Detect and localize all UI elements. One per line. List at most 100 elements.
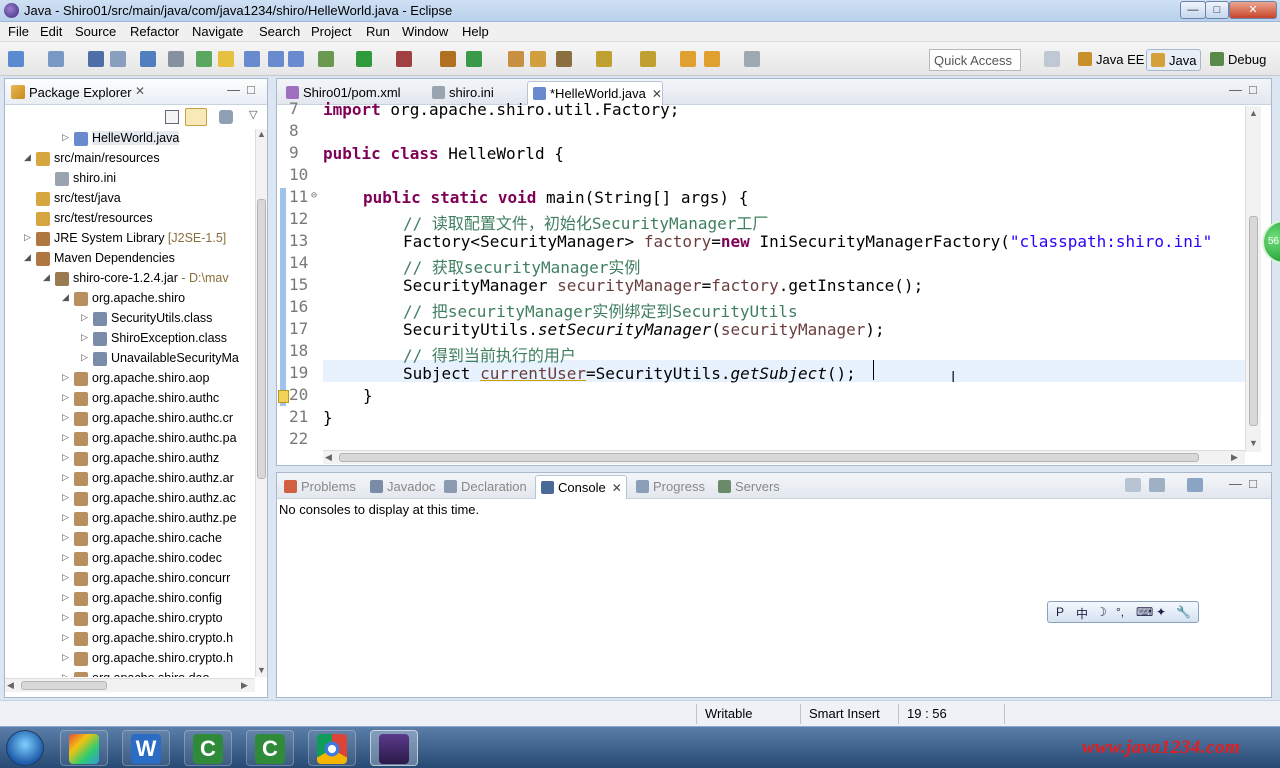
- collapsed-arrow-icon[interactable]: ▷: [62, 132, 72, 143]
- run-external-icon[interactable]: [396, 51, 412, 67]
- open-console-icon[interactable]: [1125, 478, 1141, 492]
- maximize-console-icon[interactable]: □: [1249, 476, 1257, 491]
- fold-icon[interactable]: ⊖: [311, 190, 317, 201]
- eclipse-javaee-icon[interactable]: [370, 730, 418, 766]
- tree-item[interactable]: ◢ Maven Dependencies: [5, 249, 255, 269]
- menu-window[interactable]: Window: [402, 24, 448, 39]
- tree-item[interactable]: ▷ HelleWorld.java: [5, 129, 255, 149]
- tree-item[interactable]: shiro.ini: [5, 169, 255, 189]
- maximize-editor-icon[interactable]: □: [1249, 82, 1257, 97]
- minimize-view-icon[interactable]: —: [227, 82, 240, 97]
- annotation-next-icon[interactable]: [596, 51, 612, 67]
- collapsed-arrow-icon[interactable]: ▷: [62, 372, 72, 383]
- console-tab-servers[interactable]: Servers: [713, 475, 787, 499]
- ime-toolbar[interactable]: P 中 ☽ °, ⌨ ✦ 🔧: [1047, 601, 1199, 623]
- warning-icon[interactable]: [278, 390, 289, 403]
- run-icon[interactable]: [356, 51, 372, 67]
- tree-item[interactable]: ◢ org.apache.shiro: [5, 289, 255, 309]
- code-line[interactable]: }: [323, 408, 333, 427]
- code-line[interactable]: public static void main(String[] args) {: [363, 188, 748, 207]
- refresh-icon[interactable]: [556, 51, 572, 67]
- menu-file[interactable]: File: [8, 24, 29, 39]
- tree-item[interactable]: ▷ org.apache.shiro.crypto.h: [5, 629, 255, 649]
- collapse-all-icon[interactable]: [165, 110, 179, 124]
- console-tab-problems[interactable]: Problems: [279, 475, 363, 499]
- link-with-editor-icon[interactable]: [185, 108, 207, 126]
- menu-refactor[interactable]: Refactor: [130, 24, 179, 39]
- tree-item[interactable]: ▷ ShiroException.class: [5, 329, 255, 349]
- view-menu-icon[interactable]: ▽: [249, 108, 257, 121]
- menu-source[interactable]: Source: [75, 24, 116, 39]
- code-line[interactable]: SecurityUtils.setSecurityManager(securit…: [403, 320, 885, 339]
- menu-help[interactable]: Help: [462, 24, 489, 39]
- close-icon[interactable]: ✕: [135, 84, 145, 98]
- code-line[interactable]: }: [363, 386, 373, 405]
- tree-item[interactable]: ▷ org.apache.shiro.crypto.h: [5, 649, 255, 669]
- annotation-prev-icon[interactable]: [640, 51, 656, 67]
- tree-item[interactable]: ▷ org.apache.shiro.aop: [5, 369, 255, 389]
- tree-item[interactable]: ▷ org.apache.shiro.authc.pa: [5, 429, 255, 449]
- close-icon[interactable]: ✕: [652, 87, 662, 101]
- print-icon[interactable]: [140, 51, 156, 67]
- close-icon[interactable]: ✕: [612, 481, 622, 495]
- tree-item[interactable]: src/test/resources: [5, 209, 255, 229]
- collapsed-arrow-icon[interactable]: ▷: [62, 412, 72, 423]
- menu-run[interactable]: Run: [366, 24, 390, 39]
- collapsed-arrow-icon[interactable]: ▷: [24, 232, 34, 243]
- last-edit-icon[interactable]: [744, 51, 760, 67]
- collapsed-arrow-icon[interactable]: ▷: [62, 432, 72, 443]
- tree-item[interactable]: ▷ org.apache.shiro.authz.ac: [5, 489, 255, 509]
- highlight-icon[interactable]: [218, 51, 234, 67]
- maximize-view-icon[interactable]: □: [247, 82, 255, 97]
- minimize-button[interactable]: —: [1180, 1, 1206, 19]
- forward-icon[interactable]: [704, 51, 720, 67]
- collapsed-arrow-icon[interactable]: ▷: [62, 392, 72, 403]
- java-icon[interactable]: [268, 51, 284, 67]
- tree-item[interactable]: ▷ org.apache.shiro.authz: [5, 449, 255, 469]
- tree-item[interactable]: ▷ org.apache.shiro.config: [5, 589, 255, 609]
- tree-item[interactable]: ▷ org.apache.shiro.concurr: [5, 569, 255, 589]
- tree-item[interactable]: ▷ org.apache.shiro.cache: [5, 529, 255, 549]
- menu-navigate[interactable]: Navigate: [192, 24, 243, 39]
- tree-item[interactable]: src/test/java: [5, 189, 255, 209]
- tree-item[interactable]: ▷ UnavailableSecurityMa: [5, 349, 255, 369]
- tree-item[interactable]: ▷ SecurityUtils.class: [5, 309, 255, 329]
- collapsed-arrow-icon[interactable]: ▷: [62, 492, 72, 503]
- explorer-vertical-scrollbar[interactable]: ▲ ▼: [255, 129, 267, 677]
- explorer-horizontal-scrollbar[interactable]: ◀ ▶: [5, 678, 255, 692]
- code-line[interactable]: import org.apache.shiro.util.Factory;: [323, 100, 679, 119]
- display-console-icon[interactable]: [1149, 478, 1165, 492]
- collapsed-arrow-icon[interactable]: ▷: [62, 472, 72, 483]
- code-line[interactable]: // 读取配置文件，初始化SecurityManager工厂: [403, 210, 768, 234]
- view-filters-icon[interactable]: [219, 110, 233, 124]
- perspective-java-ee[interactable]: Java EE: [1074, 49, 1148, 71]
- code-line[interactable]: public class HelleWorld {: [323, 144, 564, 163]
- editor-vertical-scrollbar[interactable]: ▲ ▼: [1245, 106, 1261, 452]
- ime-button[interactable]: ⌨: [1136, 605, 1153, 619]
- menu-edit[interactable]: Edit: [40, 24, 62, 39]
- expanded-arrow-icon[interactable]: ◢: [24, 152, 34, 163]
- chrome-icon[interactable]: [308, 730, 356, 766]
- editor-horizontal-scrollbar[interactable]: ◀ ▶: [323, 450, 1245, 464]
- expanded-arrow-icon[interactable]: ◢: [62, 292, 72, 303]
- code-line[interactable]: // 得到当前执行的用户: [403, 342, 576, 366]
- collapsed-arrow-icon[interactable]: ▷: [62, 572, 72, 583]
- open-type-icon[interactable]: [288, 51, 304, 67]
- scroll-thumb[interactable]: [339, 453, 1199, 462]
- package-explorer-tab[interactable]: Package Explorer ✕ — □: [5, 79, 267, 105]
- scroll-thumb[interactable]: [21, 681, 107, 690]
- console-tab-declaration[interactable]: Declaration: [439, 475, 533, 499]
- console-tab-console[interactable]: Console ✕: [535, 475, 627, 499]
- tree-item[interactable]: ▷ org.apache.shiro.authc.cr: [5, 409, 255, 429]
- collapsed-arrow-icon[interactable]: ▷: [62, 672, 72, 677]
- start-button[interactable]: [6, 730, 44, 766]
- camtasia-icon[interactable]: C: [184, 730, 232, 766]
- expanded-arrow-icon[interactable]: ◢: [43, 272, 53, 283]
- scroll-thumb[interactable]: [1249, 216, 1258, 426]
- tree-item[interactable]: ◢ src/main/resources: [5, 149, 255, 169]
- back-icon[interactable]: [680, 51, 696, 67]
- perspective-java[interactable]: Java: [1146, 49, 1202, 71]
- code-line[interactable]: Factory<SecurityManager> factory=new Ini…: [403, 232, 1212, 251]
- minimize-console-icon[interactable]: —: [1229, 476, 1242, 491]
- save-all-icon[interactable]: [110, 51, 126, 67]
